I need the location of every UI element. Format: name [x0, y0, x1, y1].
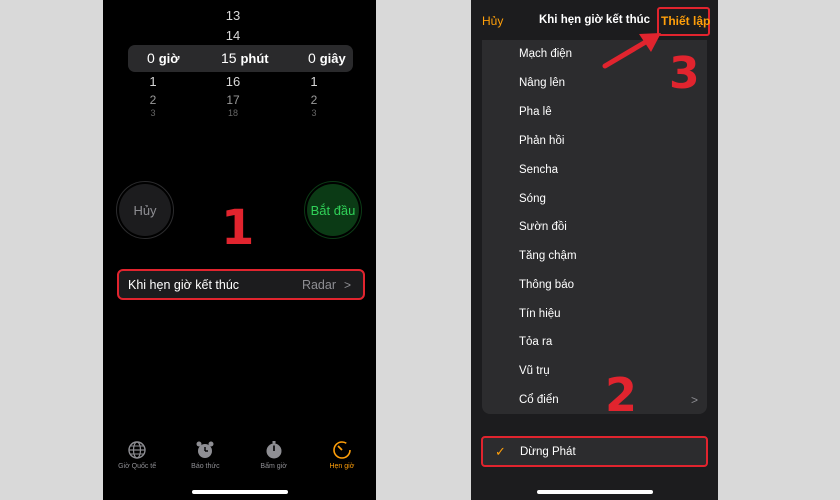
tab-label: Hẹn giờ [329, 463, 355, 470]
sound-item[interactable]: Mạch điện [519, 48, 572, 60]
callout-number-2: 2 [605, 368, 638, 422]
tab-label: Giờ Quốc tế [118, 463, 157, 470]
tab-alarm[interactable]: Báo thức [171, 440, 239, 480]
when-timer-ends-row[interactable]: Khi hẹn giờ kết thúc Radar > [117, 269, 365, 300]
sound-item[interactable]: Sườn đồi [519, 221, 567, 233]
globe-icon [128, 441, 146, 459]
home-indicator[interactable] [536, 490, 653, 494]
time-picker[interactable]: 13 14 16 17 18 1 2 3 1 2 3 0 giờ 15 phút… [103, 0, 376, 125]
hours-below-2: 2 [149, 93, 157, 107]
stop-playing-row[interactable]: ✓ Dừng Phát [481, 436, 708, 467]
chevron-right-icon: > [690, 393, 698, 407]
minutes-value: 15 [221, 50, 237, 66]
tab-world-clock[interactable]: Giờ Quốc tế [103, 440, 171, 480]
timer-icon [333, 441, 351, 459]
tab-label: Báo thức [191, 463, 220, 470]
minutes-below-3: 18 [227, 108, 238, 118]
sound-item[interactable]: Sóng [519, 193, 546, 205]
seconds-unit: giây [319, 51, 346, 66]
tab-label: Bấm giờ [260, 463, 287, 470]
minutes-above-1: 13 [225, 8, 241, 23]
callout-number-3: 3 [669, 48, 700, 99]
home-indicator[interactable] [191, 490, 288, 494]
tab-timer[interactable]: Hẹn giờ [308, 440, 376, 480]
hours-selected: 0 giờ [147, 50, 179, 66]
minutes-above-2: 14 [225, 28, 241, 43]
seconds-below-3: 3 [311, 108, 317, 118]
seconds-selected: 0 giây [308, 50, 346, 66]
sound-item[interactable]: Pha lê [519, 106, 552, 118]
callout-number-1: 1 [221, 200, 255, 256]
alarm-clock-icon [196, 441, 214, 458]
hours-below-1: 1 [149, 74, 157, 89]
stopwatch-icon [266, 441, 282, 459]
hours-value: 0 [147, 50, 155, 66]
tab-bar: Giờ Quốc tế Báo thức Bấm giờ Hẹn giờ [103, 440, 376, 480]
seconds-below-1: 1 [310, 74, 318, 89]
sound-selection-screen: Hủy Khi hẹn giờ kết thúc Thiết lập Mạch … [471, 0, 718, 500]
seconds-value: 0 [308, 50, 316, 66]
cancel-button[interactable]: Hủy [116, 181, 174, 239]
red-arrow-icon [602, 33, 661, 69]
sound-item-classic[interactable]: Cổ điển [519, 394, 559, 406]
minutes-below-1: 16 [225, 74, 241, 89]
when-timer-ends-label: Khi hẹn giờ kết thúc [128, 277, 240, 292]
tab-stopwatch[interactable]: Bấm giờ [240, 440, 308, 480]
set-button[interactable]: Thiết lập [661, 14, 710, 28]
timer-screen: 13 14 16 17 18 1 2 3 1 2 3 0 giờ 15 phút… [103, 0, 376, 500]
sound-item[interactable]: Sencha [519, 164, 558, 176]
cancel-label: Hủy [119, 184, 171, 236]
sound-item[interactable]: Vũ trụ [519, 365, 550, 377]
start-label: Bắt đầu [307, 184, 359, 236]
minutes-unit: phút [240, 51, 269, 66]
sound-item[interactable]: Phản hồi [519, 135, 564, 147]
minutes-below-2: 17 [226, 93, 240, 107]
seconds-below-2: 2 [310, 93, 318, 107]
hours-unit: giờ [158, 51, 180, 66]
start-button[interactable]: Bắt đầu [304, 181, 362, 239]
minutes-selected: 15 phút [221, 50, 269, 66]
sound-item[interactable]: Tín hiệu [519, 308, 561, 320]
sound-item[interactable]: Tăng chậm [519, 250, 577, 262]
hours-below-3: 3 [150, 108, 156, 118]
nav-bar: Hủy Khi hẹn giờ kết thúc Thiết lập [471, 0, 718, 40]
sound-item[interactable]: Thông báo [519, 279, 574, 291]
checkmark-icon: ✓ [495, 444, 506, 459]
chevron-right-icon: > [343, 277, 351, 292]
when-timer-ends-value: Radar [301, 277, 336, 292]
sound-item[interactable]: Tỏa ra [519, 336, 552, 348]
sound-item[interactable]: Nâng lên [519, 77, 565, 89]
stop-playing-label: Dừng Phát [520, 446, 576, 458]
